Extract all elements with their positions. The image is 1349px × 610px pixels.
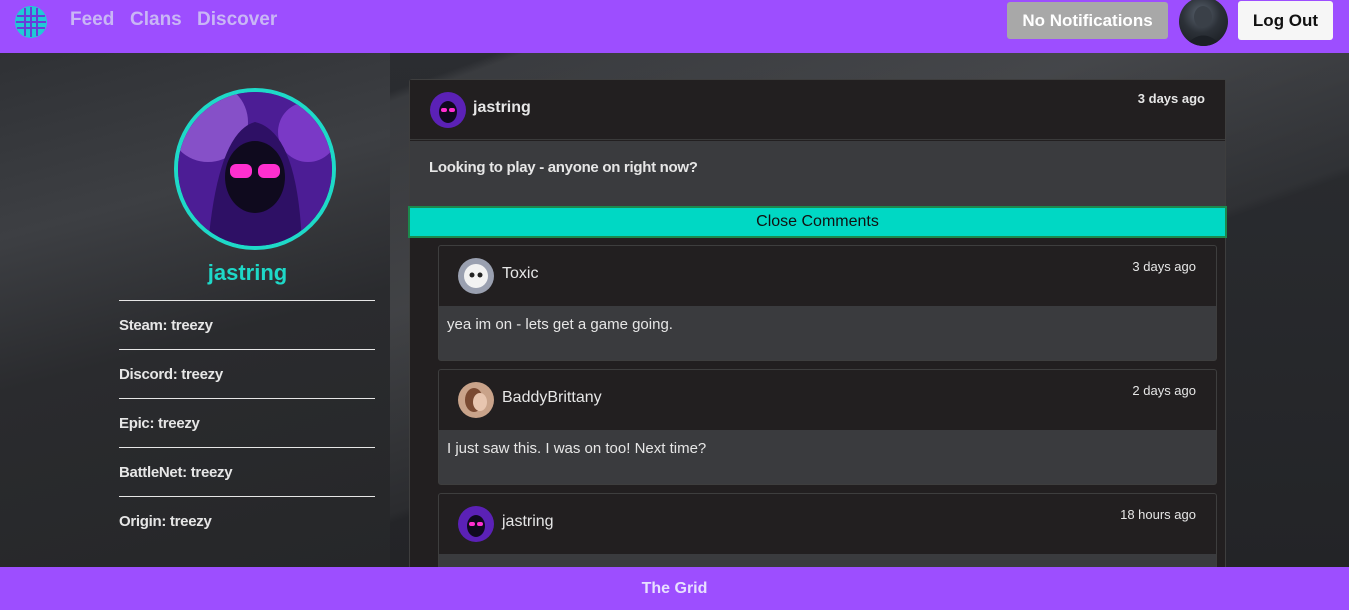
comment-timestamp: 3 days ago	[1132, 259, 1196, 274]
post-timestamp: 3 days ago	[1137, 91, 1205, 106]
footer-label: The Grid	[641, 579, 708, 597]
account-discord: Discord: treezy	[119, 349, 375, 398]
account-steam: Steam: treezy	[119, 300, 375, 349]
close-comments-button[interactable]: Close Comments	[408, 206, 1227, 238]
comment-author[interactable]: Toxic	[502, 265, 538, 283]
post-author[interactable]: jastring	[473, 99, 531, 117]
gaming-accounts-list: Steam: treezy Discord: treezy Epic: tree…	[119, 300, 375, 545]
account-battlenet: BattleNet: treezy	[119, 447, 375, 496]
comment: Toxic 3 days ago yea im on - lets get a …	[438, 245, 1217, 361]
comment-timestamp: 2 days ago	[1132, 383, 1196, 398]
comment-text: yea im on - lets get a game going.	[447, 316, 673, 333]
footer: The Grid	[0, 567, 1349, 610]
profile-avatar	[174, 88, 336, 250]
notifications-button[interactable]: No Notifications	[1007, 2, 1168, 39]
nav-feed-link[interactable]: Feed	[70, 9, 114, 31]
post-body: Looking to play - anyone on right now?	[410, 141, 1225, 208]
profile-username: jastring	[207, 260, 288, 285]
post-author-avatar[interactable]	[430, 92, 466, 128]
nav-discover-link[interactable]: Discover	[197, 9, 277, 31]
comment-timestamp: 18 hours ago	[1120, 507, 1196, 522]
comment-author[interactable]: BaddyBrittany	[502, 389, 602, 407]
comment-author-avatar[interactable]	[458, 506, 494, 542]
comment-author[interactable]: jastring	[502, 513, 554, 531]
comment-author-avatar[interactable]	[458, 258, 494, 294]
globe-logo-icon[interactable]	[15, 6, 47, 38]
account-origin: Origin: treezy	[119, 496, 375, 545]
comment-header: jastring 18 hours ago	[439, 494, 1216, 554]
comment-header: Toxic 3 days ago	[439, 246, 1216, 306]
post-header: jastring 3 days ago	[410, 80, 1225, 140]
comment: BaddyBrittany 2 days ago I just saw this…	[438, 369, 1217, 485]
comment-header: BaddyBrittany 2 days ago	[439, 370, 1216, 430]
post-text: Looking to play - anyone on right now?	[429, 159, 698, 176]
top-navbar: Feed Clans Discover No Notifications Log…	[0, 0, 1349, 53]
nav-clans-link[interactable]: Clans	[130, 9, 182, 31]
account-epic: Epic: treezy	[119, 398, 375, 447]
comment-text: I just saw this. I was on too! Next time…	[447, 440, 707, 457]
comment-author-avatar[interactable]	[458, 382, 494, 418]
user-avatar[interactable]	[1179, 0, 1228, 46]
logout-button[interactable]: Log Out	[1238, 1, 1333, 40]
